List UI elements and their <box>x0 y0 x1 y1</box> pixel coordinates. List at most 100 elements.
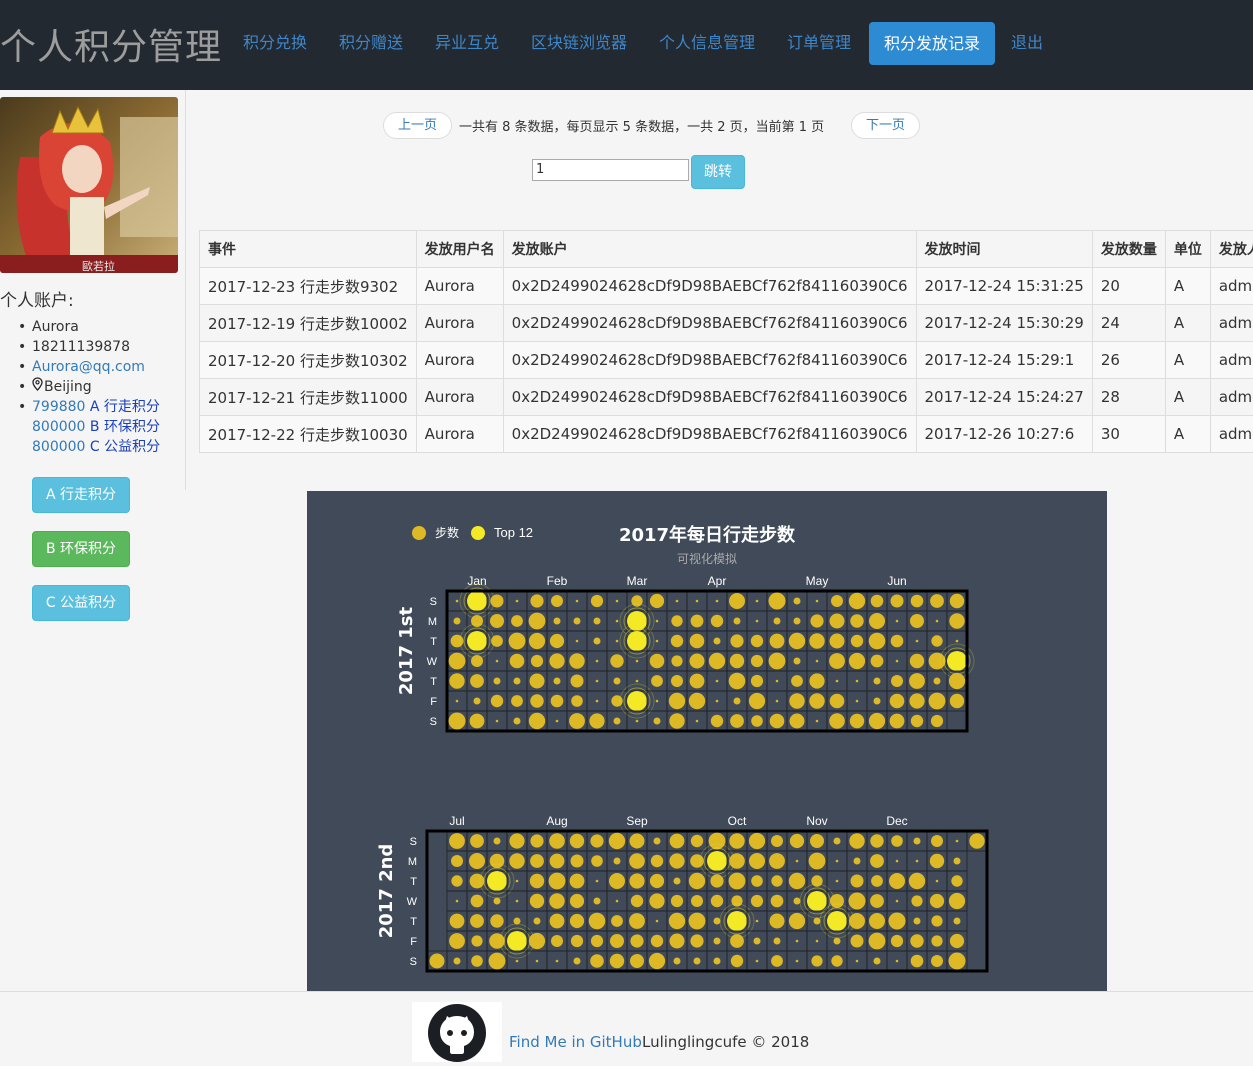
day-dot <box>490 614 504 628</box>
nav-item-gift[interactable]: 积分赠送 <box>339 30 403 56</box>
weekday-label: S <box>430 596 437 608</box>
account-email[interactable]: Aurora@qq.com <box>18 357 160 377</box>
copyright-text: Lulinglingcufe © 2018 <box>642 1033 809 1051</box>
day-dot <box>614 718 621 725</box>
legend-steps-label[interactable]: 步数 <box>435 525 459 540</box>
legend-top-label[interactable]: Top 12 <box>494 525 533 540</box>
day-dot <box>509 853 524 868</box>
points-b-amount: 800000 <box>32 419 85 435</box>
day-dot <box>849 833 864 848</box>
day-dot <box>871 655 884 668</box>
points-b-label: B 环保积分 <box>90 419 160 435</box>
day-dot <box>529 713 545 729</box>
day-dot <box>934 678 941 685</box>
day-dot <box>550 634 564 648</box>
day-dot <box>450 914 465 929</box>
day-dot <box>711 715 723 727</box>
day-dot <box>456 900 459 903</box>
account-phone: 18211139878 <box>18 337 160 357</box>
day-dot <box>471 935 482 946</box>
weekday-label: S <box>430 716 437 728</box>
next-page-button[interactable]: 下一页 <box>851 112 920 139</box>
day-dot <box>916 860 919 863</box>
table-cell: 2017-12-22 行走步数10030 <box>200 416 417 453</box>
month-label: Jun <box>887 574 906 588</box>
day-dot <box>550 914 565 929</box>
day-dot <box>690 854 704 868</box>
day-dot <box>796 860 799 863</box>
table-cell: Aurora <box>416 379 503 416</box>
table-cell: 0x2D2499024628cDf9D98BAEBCf762f841160390… <box>503 342 916 379</box>
day-dot <box>950 934 964 948</box>
nav-item-issue-records[interactable]: 积分发放记录 <box>869 22 995 65</box>
day-dot <box>511 615 523 627</box>
nav-item-cross-exchange[interactable]: 异业互兑 <box>435 30 499 56</box>
day-dot <box>836 680 839 683</box>
day-dot <box>531 655 543 667</box>
day-dot <box>449 933 465 949</box>
day-dot <box>690 934 703 947</box>
calendar-svg: 步数 Top 12 2017年每日行走步数 可视化模拟 2017 1stSMTW… <box>307 491 1107 991</box>
github-link[interactable]: Find Me in GitHub <box>509 1033 642 1051</box>
day-dot <box>749 833 765 849</box>
github-logo-icon[interactable] <box>412 1002 502 1062</box>
day-dot <box>514 678 521 685</box>
nav-item-blockchain-browser[interactable]: 区块链浏览器 <box>531 30 627 56</box>
day-dot <box>470 714 485 729</box>
day-dot <box>890 694 905 709</box>
day-dot <box>516 600 519 603</box>
weekday-label: S <box>410 956 417 968</box>
month-label: Apr <box>708 574 727 588</box>
day-dot <box>710 874 723 887</box>
charity-points-button[interactable]: C 公益积分 <box>32 585 130 621</box>
day-dot <box>730 934 744 948</box>
day-dot <box>774 618 781 625</box>
day-dot <box>629 913 645 929</box>
prev-page-button[interactable]: 上一页 <box>383 112 452 139</box>
day-dot <box>570 894 584 908</box>
day-dot <box>729 853 745 869</box>
page-jump-input[interactable]: 1 <box>532 159 689 181</box>
day-dot <box>776 700 779 703</box>
nav-item-logout[interactable]: 退出 <box>1011 30 1043 56</box>
day-dot <box>609 873 625 889</box>
day-dot <box>889 873 905 889</box>
day-dot <box>911 715 923 727</box>
day-dot <box>491 635 503 647</box>
day-dot <box>656 700 659 703</box>
day-dot <box>810 834 824 848</box>
day-dot <box>471 655 483 667</box>
day-dot <box>911 595 924 608</box>
day-dot <box>430 954 445 969</box>
day-dot <box>716 600 719 603</box>
day-dot <box>849 653 865 669</box>
day-dot <box>949 953 966 970</box>
day-dot <box>576 600 579 603</box>
day-dot <box>930 854 944 868</box>
brand-title[interactable]: 个人积分管理 <box>0 18 222 70</box>
day-dot <box>671 895 683 907</box>
nav-item-orders[interactable]: 订单管理 <box>787 30 851 56</box>
day-dot <box>896 960 899 963</box>
weekday-label: W <box>427 656 438 668</box>
month-label: Dec <box>886 814 907 828</box>
nav-item-exchange[interactable]: 积分兑换 <box>243 30 307 56</box>
day-dot <box>549 873 566 890</box>
month-label: Jul <box>449 814 464 828</box>
day-dot <box>494 838 501 845</box>
day-dot <box>849 893 866 910</box>
day-dot <box>496 720 499 723</box>
account-email-link[interactable]: Aurora@qq.com <box>32 359 145 375</box>
eco-points-button[interactable]: B 环保积分 <box>32 531 130 567</box>
day-dot <box>470 914 484 928</box>
day-dot <box>494 898 501 905</box>
day-dot <box>556 720 559 723</box>
nav-item-profile[interactable]: 个人信息管理 <box>659 30 755 56</box>
account-info-list: Aurora 18211139878 Aurora@qq.com Beijing… <box>18 317 160 457</box>
day-dot <box>911 895 922 906</box>
day-dot <box>851 875 864 888</box>
weekday-label: F <box>430 696 437 708</box>
walk-points-button[interactable]: A 行走积分 <box>32 477 130 513</box>
page-jump-button[interactable]: 跳转 <box>691 155 745 189</box>
day-dot <box>614 858 621 865</box>
